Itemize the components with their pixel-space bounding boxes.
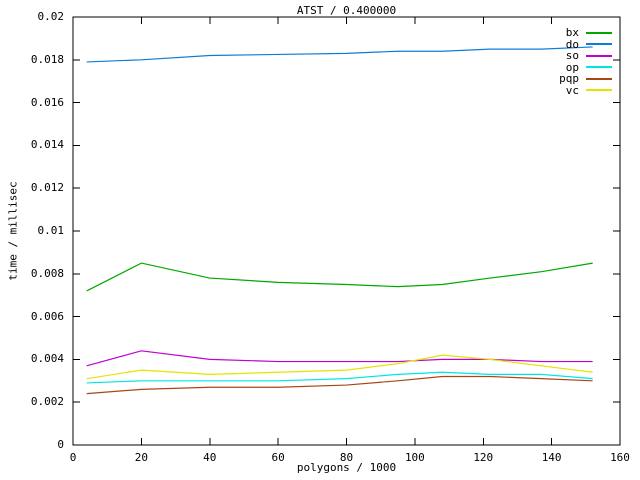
x-tick-label: 80 bbox=[317, 452, 377, 464]
chart-title: ATST / 0.400000 bbox=[73, 4, 620, 17]
y-tick-label: 0.02 bbox=[2, 11, 64, 23]
y-tick-label: 0.01 bbox=[2, 225, 64, 237]
y-tick-label: 0.002 bbox=[2, 396, 64, 408]
y-tick-label: 0.004 bbox=[2, 353, 64, 365]
x-tick-label: 0 bbox=[43, 452, 103, 464]
y-tick-label: 0.008 bbox=[2, 268, 64, 280]
series-line-do bbox=[87, 47, 593, 62]
y-tick-label: 0.018 bbox=[2, 54, 64, 66]
x-tick-label: 140 bbox=[522, 452, 582, 464]
x-tick-label: 40 bbox=[180, 452, 240, 464]
x-tick-label: 120 bbox=[453, 452, 513, 464]
x-tick-label: 160 bbox=[590, 452, 640, 464]
series-line-vc bbox=[87, 355, 593, 379]
gnuplot-window: ATST / 0.400000 time / millisec polygons… bbox=[0, 0, 640, 480]
y-tick-label: 0.016 bbox=[2, 97, 64, 109]
y-tick-label: 0.012 bbox=[2, 182, 64, 194]
series-line-so bbox=[87, 351, 593, 366]
y-tick-label: 0.014 bbox=[2, 139, 64, 151]
y-tick-label: 0.006 bbox=[2, 311, 64, 323]
y-tick-label: 0 bbox=[2, 439, 64, 451]
x-tick-label: 100 bbox=[385, 452, 445, 464]
x-tick-label: 20 bbox=[111, 452, 171, 464]
series-line-bx bbox=[87, 263, 593, 291]
plot-area bbox=[0, 0, 640, 480]
x-tick-label: 60 bbox=[248, 452, 308, 464]
